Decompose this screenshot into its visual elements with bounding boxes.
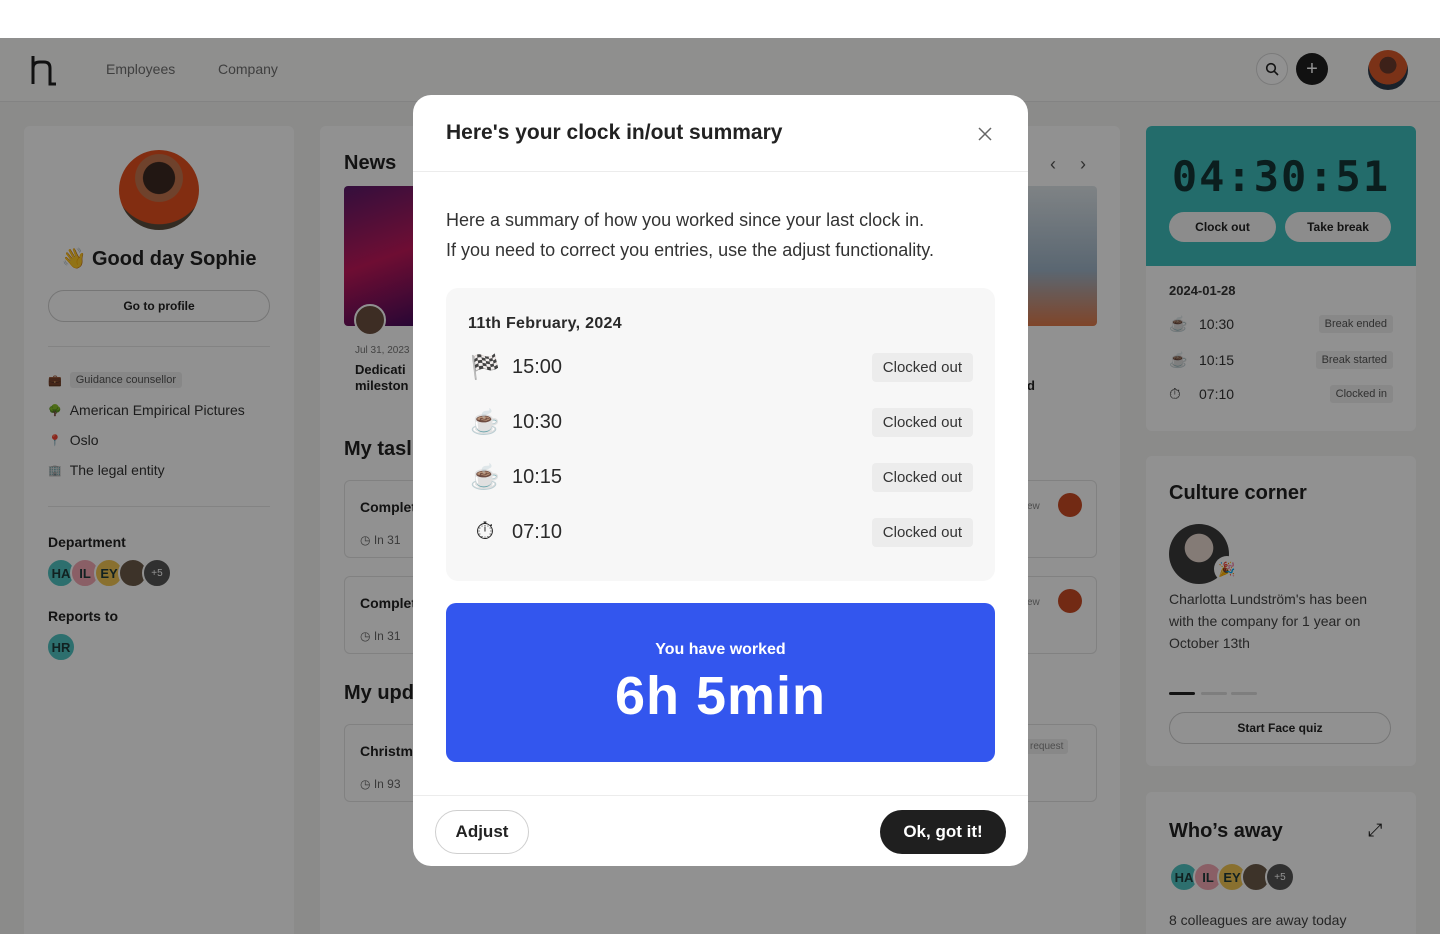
modal-title: Here's your clock in/out summary (446, 121, 783, 144)
summary-date: 11th February, 2024 (468, 315, 622, 332)
close-button[interactable] (974, 123, 996, 145)
intro-line-1: Here a summary of how you worked since y… (446, 210, 925, 230)
entry-status: Clocked out (871, 352, 973, 382)
entry-row: ⏱ 07:10 Clocked out (468, 516, 973, 548)
coffee-icon: ☕ (470, 408, 500, 436)
summary-box: 11th February, 2024 🏁 15:00 Clocked out … (446, 288, 995, 581)
coffee-icon: ☕ (470, 463, 500, 491)
entry-status: Clocked out (871, 462, 973, 492)
worked-value: 6h 5min (614, 666, 827, 726)
close-icon (978, 127, 992, 141)
modal-footer: Adjust Ok, got it! (413, 795, 1028, 866)
entry-time: 07:10 (512, 520, 563, 543)
entry-status: Clocked out (871, 407, 973, 437)
entry-time: 15:00 (512, 355, 563, 378)
entry-time: 10:30 (512, 410, 563, 433)
worked-label: You have worked (655, 641, 786, 658)
ok-button[interactable]: Ok, got it! (880, 810, 1006, 854)
modal-intro: Here a summary of how you worked since y… (446, 205, 1006, 265)
worked-summary: You have worked 6h 5min (446, 603, 995, 762)
intro-line-2: If you need to correct you entries, use … (446, 240, 934, 260)
entry-status: Clocked out (871, 517, 973, 547)
entry-row: 🏁 15:00 Clocked out (468, 351, 973, 383)
stopwatch-icon: ⏱ (475, 518, 495, 545)
entry-row: ☕ 10:30 Clocked out (468, 406, 973, 438)
checkered-flag-icon: 🏁 (470, 353, 500, 381)
clock-summary-modal: Here's your clock in/out summary Here a … (413, 95, 1028, 866)
adjust-button[interactable]: Adjust (435, 810, 529, 854)
entry-time: 10:15 (512, 465, 563, 488)
modal-header: Here's your clock in/out summary (413, 95, 1028, 172)
entry-row: ☕ 10:15 Clocked out (468, 461, 973, 493)
